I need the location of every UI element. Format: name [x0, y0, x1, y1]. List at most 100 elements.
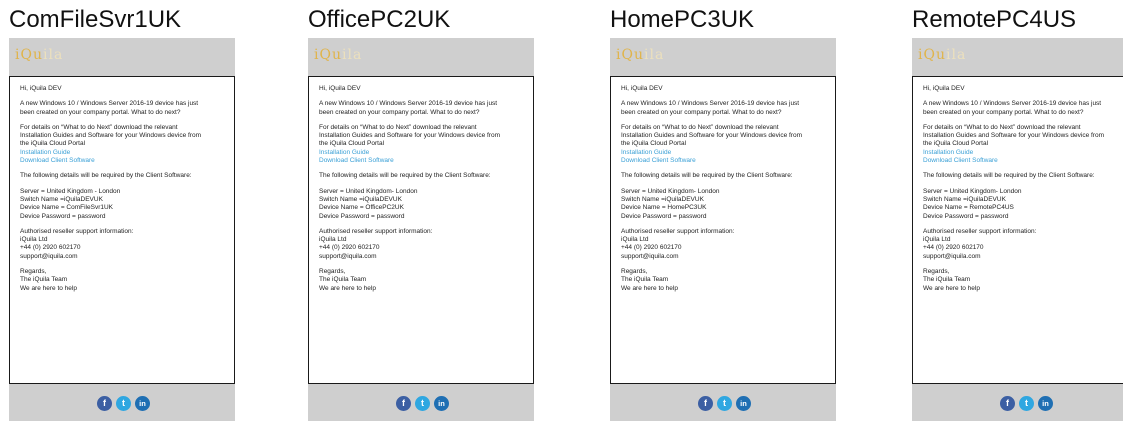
panel-title: RemotePC4US [912, 6, 1077, 33]
facebook-icon[interactable]: f [97, 396, 112, 411]
linkedin-icon[interactable]: in [135, 396, 150, 411]
email-preview: iQuila Hi, iQuila DEV A new Windows 10 /… [610, 38, 836, 421]
email-comparison: ComFileSvr1UK iQuila Hi, iQuila DEV A ne… [0, 0, 1123, 421]
reseller-email: support@iquila.com [319, 252, 377, 260]
email-footer: f t in [912, 384, 1123, 421]
device-name-value: Device Name = OfficePC2UK [319, 204, 404, 212]
logo-text-main: iQu [15, 47, 43, 63]
twitter-icon[interactable]: t [717, 396, 732, 411]
email-panel-officepc2uk: OfficePC2UK iQuila Hi, iQuila DEV A new … [308, 0, 534, 421]
intro-line: been created on your company portal. Wha… [923, 108, 1084, 116]
details-line: For details on “What to do Next” downloa… [621, 123, 779, 131]
server-value: Server = United Kingdom- London [923, 187, 1022, 195]
logo-text-faded: ila [42, 47, 64, 63]
email-content: Hi, iQuila DEV A new Windows 10 / Window… [319, 85, 531, 300]
email-body: Hi, iQuila DEV A new Windows 10 / Window… [610, 76, 836, 384]
signoff-team: The iQuila Team [923, 276, 971, 284]
logo-text-main: iQu [314, 47, 342, 63]
email-body: Hi, iQuila DEV A new Windows 10 / Window… [9, 76, 235, 384]
intro-paragraph: A new Windows 10 / Windows Server 2016-1… [319, 100, 531, 117]
signoff-regards: Regards, [923, 268, 950, 276]
reseller-info: Authorised reseller support information:… [319, 228, 531, 261]
facebook-icon[interactable]: f [396, 396, 411, 411]
details-paragraph: For details on “What to do Next” downloa… [319, 124, 531, 165]
reseller-company: iQuila Ltd [621, 236, 649, 244]
email-header: iQuila [9, 38, 235, 76]
signoff-team: The iQuila Team [621, 276, 669, 284]
panel-title: OfficePC2UK [308, 6, 451, 33]
reseller-phone: +44 (0) 2920 602170 [923, 244, 984, 252]
installation-guide-link[interactable]: Installation Guide [621, 149, 833, 157]
device-password-value: Device Password = password [319, 212, 405, 220]
signoff: Regards, The iQuila Team We are here to … [319, 268, 531, 293]
reseller-company: iQuila Ltd [319, 236, 347, 244]
intro-line: A new Windows 10 / Windows Server 2016-1… [20, 100, 199, 108]
email-body: Hi, iQuila DEV A new Windows 10 / Window… [912, 76, 1123, 384]
connection-details: Server = United Kingdom- London Switch N… [923, 188, 1123, 221]
social-links: f t in [698, 396, 752, 412]
email-preview: iQuila Hi, iQuila DEV A new Windows 10 /… [912, 38, 1123, 421]
switch-name-value: Switch Name =iQuilaDEVUK [20, 195, 103, 203]
iquila-logo: iQuila [314, 47, 362, 63]
required-details-text: The following details will be required b… [923, 172, 1095, 180]
connection-details: Server = United Kingdom- London Switch N… [621, 188, 833, 221]
signoff-regards: Regards, [319, 268, 346, 276]
twitter-icon[interactable]: t [1019, 396, 1034, 411]
details-line: Installation Guides and Software for you… [621, 132, 803, 140]
logo-text-main: iQu [918, 47, 946, 63]
intro-line: A new Windows 10 / Windows Server 2016-1… [319, 100, 498, 108]
panel-title: HomePC3UK [610, 6, 755, 33]
intro-line: been created on your company portal. Wha… [319, 108, 480, 116]
reseller-heading: Authorised reseller support information: [319, 227, 433, 235]
device-name-value: Device Name = RemotePC4US [923, 204, 1014, 212]
installation-guide-link[interactable]: Installation Guide [923, 149, 1123, 157]
details-line: Installation Guides and Software for you… [923, 132, 1105, 140]
device-password-value: Device Password = password [923, 212, 1009, 220]
installation-guide-link[interactable]: Installation Guide [20, 149, 232, 157]
linkedin-icon[interactable]: in [434, 396, 449, 411]
details-line: the iQuila Cloud Portal [20, 140, 86, 148]
greeting: Hi, iQuila DEV [621, 85, 663, 92]
download-client-software-link[interactable]: Download Client Software [621, 157, 833, 165]
switch-name-value: Switch Name =iQuilaDEVUK [319, 195, 402, 203]
linkedin-icon[interactable]: in [736, 396, 751, 411]
email-content: Hi, iQuila DEV A new Windows 10 / Window… [923, 85, 1123, 300]
signoff-help: We are here to help [621, 284, 678, 292]
download-client-software-link[interactable]: Download Client Software [319, 157, 531, 165]
installation-guide-link[interactable]: Installation Guide [319, 149, 531, 157]
reseller-email: support@iquila.com [621, 252, 679, 260]
download-client-software-link[interactable]: Download Client Software [923, 157, 1123, 165]
server-value: Server = United Kingdom - London [20, 187, 121, 195]
twitter-icon[interactable]: t [116, 396, 131, 411]
linkedin-icon[interactable]: in [1038, 396, 1053, 411]
reseller-phone: +44 (0) 2920 602170 [319, 244, 380, 252]
details-line: the iQuila Cloud Portal [923, 140, 989, 148]
email-panel-remotepc4us: RemotePC4US iQuila Hi, iQuila DEV A new … [912, 0, 1123, 421]
facebook-icon[interactable]: f [698, 396, 713, 411]
facebook-icon[interactable]: f [1000, 396, 1015, 411]
twitter-icon[interactable]: t [415, 396, 430, 411]
email-footer: f t in [610, 384, 836, 421]
social-links: f t in [97, 396, 151, 412]
intro-paragraph: A new Windows 10 / Windows Server 2016-1… [621, 100, 833, 117]
details-line: For details on “What to do Next” downloa… [319, 123, 477, 131]
iquila-logo: iQuila [15, 47, 63, 63]
reseller-heading: Authorised reseller support information: [20, 227, 134, 235]
email-body: Hi, iQuila DEV A new Windows 10 / Window… [308, 76, 534, 384]
details-paragraph: For details on “What to do Next” downloa… [20, 124, 232, 165]
switch-name-value: Switch Name =iQuilaDEVUK [923, 195, 1006, 203]
greeting: Hi, iQuila DEV [319, 85, 361, 92]
details-paragraph: For details on “What to do Next” downloa… [621, 124, 833, 165]
signoff-regards: Regards, [621, 268, 648, 276]
email-panel-homepc3uk: HomePC3UK iQuila Hi, iQuila DEV A new Wi… [610, 0, 836, 421]
details-paragraph: For details on “What to do Next” downloa… [923, 124, 1123, 165]
connection-details: Server = United Kingdom - London Switch … [20, 188, 232, 221]
details-line: Installation Guides and Software for you… [20, 132, 202, 140]
reseller-email: support@iquila.com [20, 252, 78, 260]
download-client-software-link[interactable]: Download Client Software [20, 157, 232, 165]
email-content: Hi, iQuila DEV A new Windows 10 / Window… [20, 85, 232, 300]
required-details-text: The following details will be required b… [319, 172, 491, 180]
intro-paragraph: A new Windows 10 / Windows Server 2016-1… [20, 100, 232, 117]
details-line: the iQuila Cloud Portal [621, 140, 687, 148]
signoff: Regards, The iQuila Team We are here to … [20, 268, 232, 293]
